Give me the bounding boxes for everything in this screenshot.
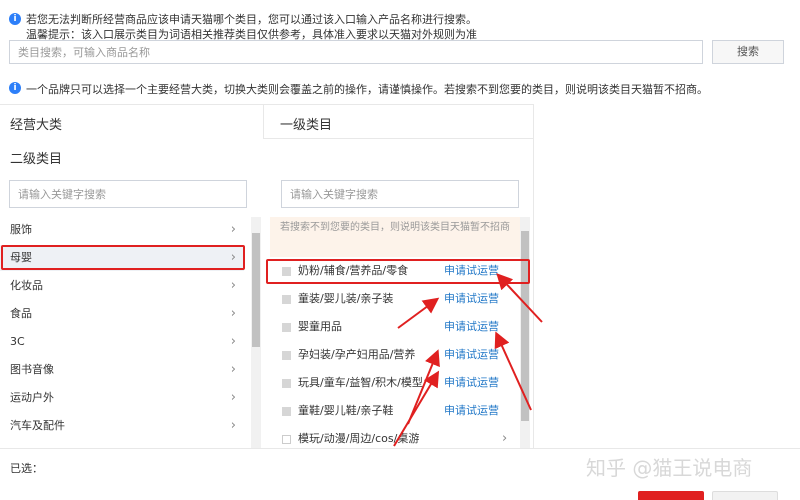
watermark: 知乎 @猫王说电商: [586, 456, 753, 480]
cancel-button[interactable]: [712, 491, 778, 500]
arrow: [494, 331, 532, 411]
arrow: [496, 273, 543, 323]
arrow: [397, 297, 440, 329]
footer-divider: [0, 448, 800, 449]
arrow: [393, 370, 440, 447]
confirm-button[interactable]: [638, 491, 704, 500]
selected-label: 已选：: [10, 462, 43, 475]
annotation-arrows: [393, 273, 543, 447]
